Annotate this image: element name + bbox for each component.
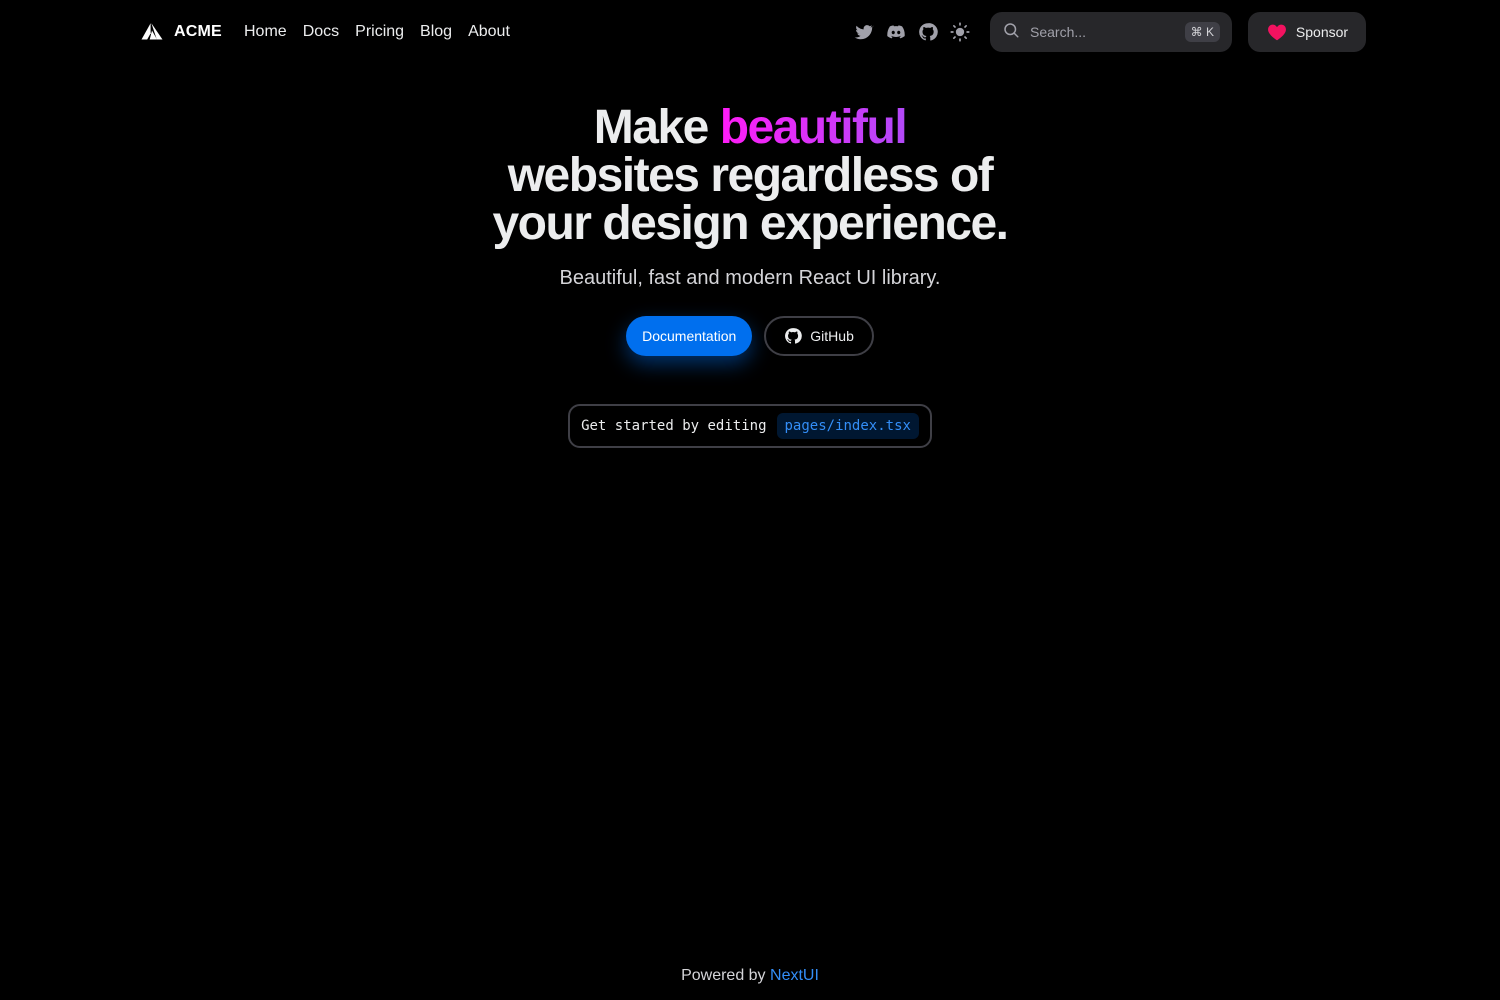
- hero-subtitle: Beautiful, fast and modern React UI libr…: [559, 267, 941, 289]
- nav-links: Home Docs Pricing Blog About: [244, 20, 510, 44]
- hero-title-line3: your design experience.: [492, 197, 1009, 250]
- footer: Powered by NextUI: [0, 964, 1500, 988]
- social-icons: [854, 20, 970, 44]
- documentation-button[interactable]: Documentation: [626, 316, 753, 356]
- hero-section: Make beautiful websites regardless of yo…: [0, 104, 1500, 448]
- search-icon: [1002, 21, 1020, 44]
- nav-link-pricing[interactable]: Pricing: [355, 20, 404, 44]
- brand-name: ACME: [174, 23, 222, 40]
- hero-title-part1: Make: [593, 101, 720, 154]
- nextui-link[interactable]: NextUI: [770, 967, 819, 984]
- snippet-code: pages/index.tsx: [776, 413, 919, 439]
- github-icon: [784, 327, 803, 345]
- theme-toggle-sun-icon[interactable]: [950, 20, 970, 44]
- search-shortcut-kbd: ⌘ K: [1184, 22, 1220, 42]
- nav-link-home[interactable]: Home: [244, 20, 287, 44]
- nav-link-docs[interactable]: Docs: [303, 20, 339, 44]
- snippet-text: Get started by editing: [581, 418, 767, 434]
- hero-title: Make beautiful websites regardless of yo…: [0, 104, 1500, 248]
- nav-link-about[interactable]: About: [468, 20, 510, 44]
- footer-text: Powered by: [681, 967, 766, 984]
- acme-logo-icon: [140, 20, 164, 44]
- discord-icon[interactable]: [886, 20, 906, 44]
- navbar: ACME Home Docs Pricing Blog About Search…: [0, 0, 1500, 64]
- cta-row: Documentation GitHub: [0, 316, 1500, 356]
- hero-title-accent: beautiful: [719, 101, 908, 154]
- code-snippet: Get started by editing pages/index.tsx: [568, 404, 932, 448]
- search-input[interactable]: [1028, 23, 1177, 41]
- hero-title-line2: websites regardless of: [507, 149, 994, 202]
- github-button[interactable]: GitHub: [764, 316, 874, 356]
- brand-link[interactable]: ACME: [140, 20, 222, 44]
- heart-icon: [1266, 21, 1288, 43]
- sponsor-button[interactable]: Sponsor: [1248, 12, 1366, 52]
- search-box[interactable]: ⌘ K: [990, 12, 1232, 52]
- twitter-icon[interactable]: [854, 20, 874, 44]
- github-icon[interactable]: [918, 20, 938, 44]
- sponsor-label: Sponsor: [1295, 24, 1349, 40]
- nav-link-blog[interactable]: Blog: [420, 20, 452, 44]
- github-button-label: GitHub: [810, 328, 854, 344]
